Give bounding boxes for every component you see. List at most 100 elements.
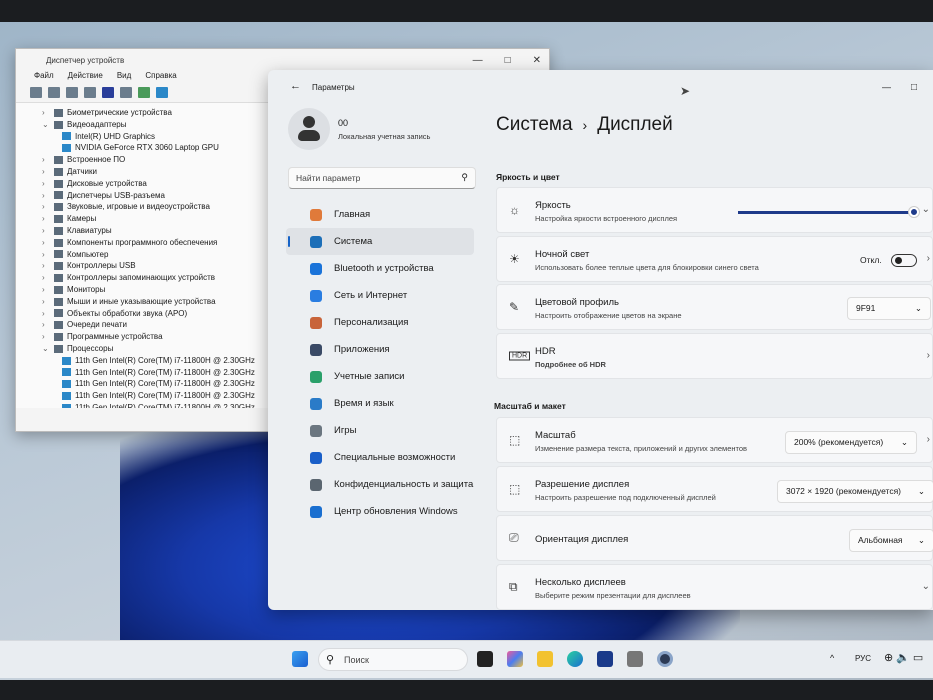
device-tree-item[interactable]: › Контроллеры запоминающих устройств — [42, 272, 278, 284]
device-tree-item[interactable]: › Объекты обработки звука (APO) — [42, 308, 278, 320]
night-light-card[interactable]: ☀ Ночной свет Использовать более теплые … — [496, 236, 933, 282]
chevron-right-icon[interactable]: › — [42, 178, 50, 190]
color-profile-dropdown[interactable]: 9F91 ⌄ — [847, 297, 931, 320]
device-tree-item[interactable]: 11th Gen Intel(R) Core(TM) i7-11800H @ 2… — [42, 402, 278, 408]
back-icon[interactable] — [30, 87, 42, 98]
help-icon[interactable] — [102, 87, 114, 98]
sidebar-item[interactable]: Сеть и Интернет — [286, 282, 474, 309]
chevron-right-icon[interactable]: › — [42, 190, 50, 202]
device-tree-item[interactable]: 11th Gen Intel(R) Core(TM) i7-11800H @ 2… — [42, 390, 278, 402]
breadcrumb-parent[interactable]: Система — [496, 114, 573, 136]
chevron-right-icon[interactable]: › — [42, 260, 50, 272]
scan-icon[interactable] — [138, 87, 150, 98]
chevron-right-icon[interactable]: › — [42, 331, 50, 343]
device-tree-item[interactable]: › Встроенное ПО — [42, 154, 278, 166]
sidebar-item[interactable]: Время и язык — [286, 390, 474, 417]
minimize-button[interactable]: — — [473, 55, 483, 66]
chevron-down-icon[interactable]: ⌄ — [42, 343, 50, 355]
device-tree-item[interactable]: › Мыши и иные указывающие устройства — [42, 296, 278, 308]
multiple-displays-card[interactable]: ⧉ Несколько дисплеев Выберите режим през… — [496, 564, 933, 610]
copilot-icon[interactable] — [507, 651, 523, 667]
store-icon[interactable] — [597, 651, 613, 667]
chevron-down-icon[interactable]: ⌄ — [922, 204, 930, 215]
sidebar-item[interactable]: Bluetooth и устройства — [286, 255, 474, 282]
chevron-up-icon[interactable]: ^ — [830, 653, 834, 663]
chevron-right-icon[interactable]: › — [42, 166, 50, 178]
sidebar-item[interactable]: Специальные возможности — [286, 444, 474, 471]
search-input[interactable]: Найти параметр ⚲ — [288, 167, 476, 189]
chevron-right-icon[interactable]: › — [42, 201, 50, 213]
resolution-dropdown[interactable]: 3072 × 1920 (рекомендуется) ⌄ — [777, 480, 933, 503]
chevron-right-icon[interactable]: › — [42, 284, 50, 296]
sidebar-item[interactable]: Персонализация — [286, 309, 474, 336]
device-tree-item[interactable]: › Мониторы — [42, 284, 278, 296]
tray-icons[interactable]: ⊕🔈▭ — [884, 651, 926, 664]
device-tree-item[interactable]: › Компьютер — [42, 249, 278, 261]
device-tree-item[interactable]: › Контроллеры USB — [42, 260, 278, 272]
device-tree-item[interactable]: 11th Gen Intel(R) Core(TM) i7-11800H @ 2… — [42, 367, 278, 379]
device-manager-taskbar-icon[interactable] — [627, 651, 643, 667]
chevron-right-icon[interactable]: › — [42, 308, 50, 320]
file-explorer-icon[interactable] — [537, 651, 553, 667]
sidebar-item[interactable]: Игры — [286, 417, 474, 444]
orientation-dropdown[interactable]: Альбомная ⌄ — [849, 529, 933, 552]
device-tree-item[interactable]: NVIDIA GeForce RTX 3060 Laptop GPU — [42, 142, 278, 154]
device-tree-item[interactable]: › Программные устройства — [42, 331, 278, 343]
back-button[interactable]: ← — [290, 80, 301, 92]
monitor-icon[interactable] — [156, 87, 168, 98]
scale-dropdown[interactable]: 200% (рекомендуется) ⌄ — [785, 431, 917, 454]
device-tree-item[interactable]: ⌄ Видеоадаптеры — [42, 119, 278, 131]
maximize-button[interactable]: □ — [505, 55, 511, 66]
task-view-icon[interactable] — [477, 651, 493, 667]
device-tree-item[interactable]: › Дисковые устройства — [42, 178, 278, 190]
chevron-right-icon[interactable]: › — [42, 249, 50, 261]
chevron-right-icon[interactable]: › — [42, 213, 50, 225]
chevron-right-icon[interactable]: › — [42, 272, 50, 284]
hdr-card[interactable]: HDR HDR Подробнее об HDR › — [496, 333, 933, 379]
menu-action[interactable]: Действие — [68, 71, 103, 85]
menu-file[interactable]: Файл — [34, 71, 54, 85]
device-tree-item[interactable]: › Камеры — [42, 213, 278, 225]
device-tree-item[interactable]: ⌄ Процессоры — [42, 343, 278, 355]
chevron-right-icon[interactable]: › — [42, 237, 50, 249]
brightness-slider[interactable] — [738, 207, 919, 217]
maximize-button[interactable]: □ — [911, 82, 917, 93]
device-tree-item[interactable]: › Компоненты программного обеспечения — [42, 237, 278, 249]
chevron-down-icon[interactable]: ⌄ — [42, 119, 50, 131]
chevron-right-icon[interactable]: › — [42, 154, 50, 166]
chevron-right-icon[interactable]: › — [42, 296, 50, 308]
device-tree-item[interactable]: › Очереди печати — [42, 319, 278, 331]
chevron-right-icon[interactable]: › — [42, 225, 50, 237]
close-button[interactable]: ✕ — [533, 55, 541, 66]
device-tree-item[interactable]: › Датчики — [42, 166, 278, 178]
sidebar-item[interactable]: Главная — [286, 201, 474, 228]
device-tree-item[interactable]: › Биометрические устройства — [42, 107, 278, 119]
avatar[interactable] — [288, 108, 330, 150]
edge-icon[interactable] — [567, 651, 583, 667]
device-tree-item[interactable]: 11th Gen Intel(R) Core(TM) i7-11800H @ 2… — [42, 355, 278, 367]
settings-taskbar-icon[interactable] — [657, 651, 673, 667]
chevron-right-icon[interactable]: › — [42, 319, 50, 331]
night-light-toggle[interactable] — [891, 254, 917, 267]
menu-help[interactable]: Справка — [145, 71, 176, 85]
list-icon[interactable] — [84, 87, 96, 98]
device-tree-item[interactable]: › Звуковые, игровые и видеоустройства — [42, 201, 278, 213]
device-tree-item[interactable]: › Диспетчеры USB-разъема — [42, 190, 278, 202]
device-tree-item[interactable]: 11th Gen Intel(R) Core(TM) i7-11800H @ 2… — [42, 378, 278, 390]
device-tree-item[interactable]: › Клавиатуры — [42, 225, 278, 237]
forward-icon[interactable] — [48, 87, 60, 98]
taskbar-search[interactable]: ⚲ Поиск — [318, 648, 468, 671]
sidebar-item[interactable]: Учетные записи — [286, 363, 474, 390]
properties-icon[interactable] — [66, 87, 78, 98]
sidebar-item[interactable]: Система — [286, 228, 474, 255]
device-tree-item[interactable]: Intel(R) UHD Graphics — [42, 131, 278, 143]
view-icon[interactable] — [120, 87, 132, 98]
start-button[interactable] — [292, 651, 308, 667]
sidebar-item[interactable]: Приложения — [286, 336, 474, 363]
minimize-button[interactable]: — — [882, 82, 891, 92]
sidebar-item[interactable]: Центр обновления Windows — [286, 498, 474, 525]
chevron-right-icon[interactable]: › — [927, 434, 930, 445]
chevron-right-icon[interactable]: › — [42, 107, 50, 119]
language-indicator[interactable]: РУС — [855, 654, 871, 663]
sidebar-item[interactable]: Конфиденциальность и защита — [286, 471, 474, 498]
